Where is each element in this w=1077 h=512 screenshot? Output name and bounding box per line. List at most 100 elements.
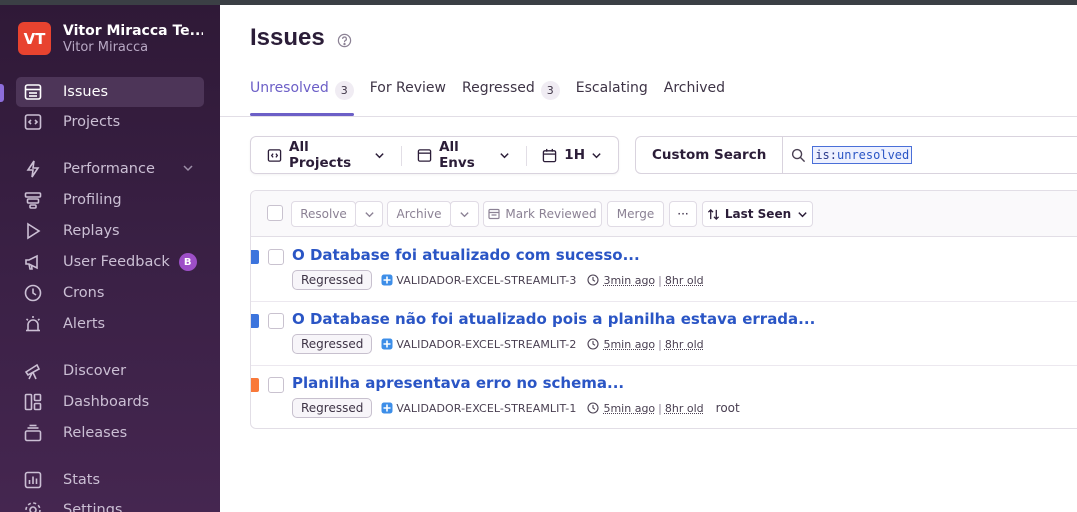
projects-icon [267,148,282,163]
issue-tabs: Unresolved 3 For Review Regressed 3 Esca… [250,80,741,116]
sidebar-item-performance[interactable]: Performance [16,154,204,184]
first-seen[interactable]: 8hr old [665,338,704,351]
date-filter[interactable]: 1H [526,137,618,173]
sidebar-item-issues[interactable]: Issues [16,77,204,107]
sidebar-item-label: Profiling [63,192,122,208]
calendar-icon [542,148,557,163]
sidebar-item-user-feedback[interactable]: User Feedback B [16,247,204,277]
sidebar-item-discover[interactable]: Discover [16,356,204,386]
first-seen[interactable]: 8hr old [665,402,704,415]
org-switcher[interactable]: VT Vitor Miracca Te... Vitor Miracca [18,22,203,55]
issue-culprit: root [716,401,740,415]
sidebar-item-replays[interactable]: Replays [16,216,204,246]
date-filter-label: 1H [564,147,585,163]
chevron-down-icon [591,150,602,161]
status-badge: Regressed [292,270,372,290]
issue-title-link[interactable]: O Database não foi atualizado pois a pla… [292,310,815,328]
chevron-down-icon [797,209,808,220]
sidebar-item-profiling[interactable]: Profiling [16,185,204,215]
project-filter-label: All Projects [289,139,368,171]
mark-reviewed-button[interactable]: Mark Reviewed [483,201,602,227]
archive-button[interactable]: Archive [387,201,451,227]
sidebar-item-label: Projects [63,114,120,130]
issue-checkbox[interactable] [268,377,284,393]
resolve-button[interactable]: Resolve [291,201,356,227]
issue-list-actions: Resolve Archive Mark Reviewed Merge ··· … [251,191,1077,237]
tab-count: 3 [541,81,560,100]
project-platform-icon [381,274,393,286]
sidebar-item-label: Dashboards [63,394,149,410]
clock-icon [587,338,599,350]
issue-checkbox[interactable] [268,249,284,265]
chevron-down-icon[interactable] [182,162,194,178]
inbox-icon [488,208,500,220]
chevron-down-icon [374,150,385,161]
tab-for-review[interactable]: For Review [370,80,446,116]
environment-filter[interactable]: All Envs [401,137,526,173]
issue-list: Resolve Archive Mark Reviewed Merge ··· … [250,190,1077,429]
releases-icon [22,422,44,444]
select-all-checkbox[interactable] [267,205,283,221]
issue-row[interactable]: Planilha apresentava erro no schema... R… [251,366,1077,429]
environment-filter-label: All Envs [439,139,493,171]
priority-indicator [251,314,259,328]
sidebar-item-label: Stats [63,472,100,488]
tab-count: 3 [335,81,354,100]
sidebar-item-label: Alerts [63,316,105,332]
issue-title-link[interactable]: Planilha apresentava erro no schema... [292,374,624,392]
last-seen[interactable]: 3min ago [603,274,655,287]
issue-row[interactable]: O Database não foi atualizado pois a pla… [251,302,1077,366]
org-name: Vitor Miracca Te... [63,23,203,39]
tab-regressed[interactable]: Regressed 3 [462,80,560,116]
sidebar-item-projects[interactable]: Projects [16,107,204,137]
issues-icon [22,81,44,103]
stats-icon [22,469,44,491]
tab-label: Regressed [462,80,535,96]
archive-dropdown-button[interactable] [450,201,479,227]
status-badge: Regressed [292,334,372,354]
dashboard-icon [22,391,44,413]
issue-title-link[interactable]: O Database foi atualizado com sucesso... [292,246,640,264]
projects-icon [22,111,44,133]
issue-meta: Regressed VALIDADOR-EXCEL-STREAMLIT-2 5m… [292,334,704,354]
sidebar-item-stats[interactable]: Stats [16,465,204,495]
active-indicator [0,84,4,102]
more-actions-button[interactable]: ··· [669,201,697,227]
project-name[interactable]: VALIDADOR-EXCEL-STREAMLIT-3 [396,274,576,287]
priority-indicator [251,378,259,392]
sidebar-item-crons[interactable]: Crons [16,278,204,308]
play-icon [22,220,44,242]
sort-button[interactable]: Last Seen [702,201,813,227]
sidebar-item-dashboards[interactable]: Dashboards [16,387,204,417]
sidebar-item-settings[interactable]: Settings [16,495,204,512]
tab-archived[interactable]: Archived [664,80,725,116]
last-seen[interactable]: 5min ago [603,402,655,415]
project-name[interactable]: VALIDADOR-EXCEL-STREAMLIT-1 [396,402,576,415]
search-icon [791,148,806,163]
custom-search-button[interactable]: Custom Search [636,137,783,173]
project-name[interactable]: VALIDADOR-EXCEL-STREAMLIT-2 [396,338,576,351]
last-seen[interactable]: 5min ago [603,338,655,351]
resolve-dropdown-button[interactable] [355,201,383,227]
clock-icon [587,402,599,414]
merge-button[interactable]: Merge [607,201,664,227]
user-name: Vitor Miracca [63,40,203,55]
sidebar-item-alerts[interactable]: Alerts [16,309,204,339]
tab-label: Unresolved [250,80,329,96]
sort-label: Last Seen [725,207,791,221]
sidebar-item-label: Crons [63,285,104,301]
tab-escalating[interactable]: Escalating [576,80,648,116]
tab-label: For Review [370,80,446,96]
first-seen[interactable]: 8hr old [665,274,704,287]
project-filter[interactable]: All Projects [251,137,401,173]
issue-checkbox[interactable] [268,313,284,329]
help-icon[interactable] [337,33,352,52]
page-title: Issues [250,24,325,52]
sidebar: VT Vitor Miracca Te... Vitor Miracca Iss… [0,5,220,512]
tab-label: Archived [664,80,725,96]
search-input[interactable]: is:unresolved [812,146,912,164]
priority-indicator [251,250,259,264]
issue-row[interactable]: O Database foi atualizado com sucesso...… [251,238,1077,302]
sidebar-item-releases[interactable]: Releases [16,418,204,448]
tab-unresolved[interactable]: Unresolved 3 [250,80,354,116]
